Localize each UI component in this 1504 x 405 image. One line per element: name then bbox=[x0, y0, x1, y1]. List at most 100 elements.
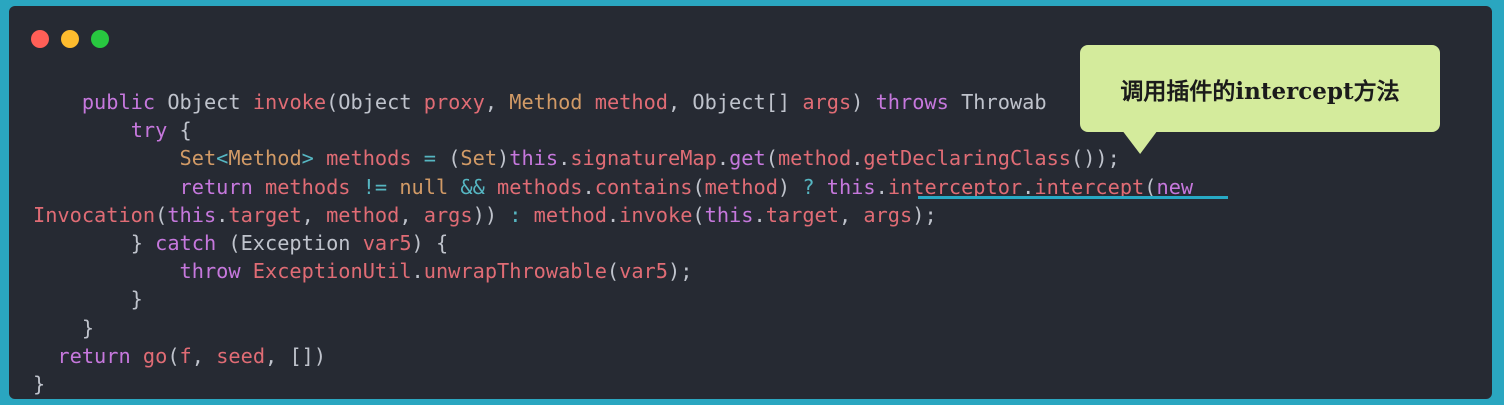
code-token: f bbox=[179, 343, 192, 368]
callout-text: 调用插件的intercept方法 bbox=[1120, 77, 1400, 105]
code-token: var5 bbox=[619, 259, 668, 284]
code-token: , bbox=[301, 202, 327, 227]
code-token: . bbox=[411, 259, 424, 284]
code-line: Set<Method> methods = (Set)this.signatur… bbox=[33, 144, 1193, 172]
code-token: ? bbox=[802, 174, 827, 199]
code-token: args bbox=[423, 202, 473, 227]
annotation-callout: 调用插件的intercept方法 bbox=[1080, 45, 1440, 132]
code-token: this bbox=[704, 202, 754, 227]
code-token: ()); bbox=[1071, 146, 1120, 171]
code-token: . bbox=[216, 202, 229, 227]
code-token: catch bbox=[155, 230, 217, 255]
window-controls bbox=[31, 30, 109, 48]
code-token: )) bbox=[472, 202, 510, 227]
code-token: } bbox=[33, 287, 143, 312]
code-token: return bbox=[57, 343, 143, 368]
code-token: var5 bbox=[362, 230, 412, 255]
code-token: try bbox=[130, 118, 168, 143]
code-token: Invocation bbox=[33, 202, 156, 227]
close-dot-icon[interactable] bbox=[31, 30, 49, 48]
code-token: , Object[] bbox=[668, 90, 803, 114]
code-token: throws bbox=[875, 90, 962, 114]
code-token: Method bbox=[509, 90, 595, 114]
minimize-dot-icon[interactable] bbox=[61, 30, 79, 48]
code-line: Invocation(this.target, method, args)) :… bbox=[33, 201, 1193, 229]
code-token: ( bbox=[606, 259, 620, 284]
code-line: return go(f, seed, []) bbox=[33, 342, 1193, 370]
code-token: target bbox=[765, 202, 839, 227]
code-token: ); bbox=[912, 202, 937, 227]
code-token: method bbox=[777, 146, 852, 171]
code-line: try { bbox=[33, 116, 1193, 144]
code-token: } bbox=[130, 230, 156, 255]
code-token: ( bbox=[167, 343, 180, 368]
code-token: = bbox=[423, 146, 449, 171]
code-token: get bbox=[729, 146, 766, 171]
code-line: } bbox=[33, 314, 1193, 342]
code-token: : bbox=[509, 202, 534, 227]
code-token: args bbox=[863, 202, 913, 227]
code-token: interceptor bbox=[887, 174, 1023, 199]
code-line: throw ExceptionUtil.unwrapThrowable(var5… bbox=[33, 257, 1193, 285]
code-token: return bbox=[179, 174, 266, 199]
code-token: methods bbox=[497, 174, 583, 199]
code-line: } bbox=[33, 370, 1193, 398]
code-token: && bbox=[460, 174, 498, 199]
code-token: . bbox=[606, 202, 620, 227]
code-token: method bbox=[326, 202, 400, 227]
code-token: this bbox=[826, 174, 876, 199]
code-token: contains bbox=[594, 174, 693, 199]
code-token: ( bbox=[692, 202, 705, 227]
code-token: ) bbox=[851, 90, 876, 114]
code-token: != bbox=[362, 174, 400, 199]
code-token: , bbox=[399, 202, 424, 227]
code-token: { bbox=[167, 118, 192, 143]
code-token: . bbox=[1022, 174, 1035, 199]
code-token: . bbox=[851, 146, 864, 171]
zoom-dot-icon[interactable] bbox=[91, 30, 109, 48]
code-token: intercept bbox=[1034, 174, 1145, 199]
code-token: ( bbox=[692, 174, 705, 199]
code-token: null bbox=[399, 174, 461, 199]
code-token: methods bbox=[326, 146, 424, 171]
code-token: Throwab bbox=[961, 90, 1047, 114]
code-token: ( bbox=[448, 146, 461, 171]
code-token: (Exception bbox=[216, 230, 363, 255]
code-token: . bbox=[716, 146, 730, 171]
code-token: ) { bbox=[411, 230, 449, 255]
code-token: unwrapThrowable bbox=[423, 259, 607, 284]
code-token: signatureMap bbox=[570, 146, 717, 171]
code-token: ) bbox=[777, 174, 803, 199]
code-line: } catch (Exception var5) { bbox=[33, 229, 1193, 257]
code-token: Set bbox=[460, 146, 498, 171]
code-token: . bbox=[875, 174, 888, 199]
code-token: . bbox=[558, 146, 571, 171]
intercept-highlight-underline bbox=[918, 196, 1228, 199]
code-token: getDeclaringClass bbox=[863, 146, 1071, 171]
code-token: } bbox=[33, 371, 46, 396]
code-token: target bbox=[228, 202, 302, 227]
code-token: ExceptionUtil bbox=[252, 259, 412, 284]
code-token: ( bbox=[155, 202, 168, 227]
code-token: public bbox=[81, 90, 168, 114]
code-token: invoke bbox=[252, 90, 327, 114]
code-token: invoke bbox=[619, 202, 693, 227]
code-block: public Object invoke(Object proxy, Metho… bbox=[33, 88, 1193, 398]
code-token: < bbox=[216, 146, 229, 171]
code-token: Set bbox=[179, 146, 217, 171]
code-token: this bbox=[167, 202, 217, 227]
code-token: Method bbox=[228, 146, 302, 171]
code-token: ( bbox=[1144, 174, 1157, 199]
code-token: go bbox=[142, 343, 168, 368]
code-token: . bbox=[582, 174, 595, 199]
code-token: , bbox=[191, 343, 217, 368]
code-token: , bbox=[838, 202, 864, 227]
code-line: public Object invoke(Object proxy, Metho… bbox=[33, 88, 1193, 116]
code-token: method bbox=[704, 174, 778, 199]
